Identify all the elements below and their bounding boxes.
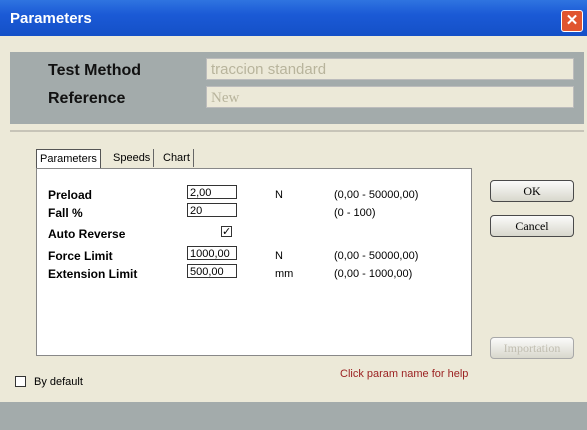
tab-chart[interactable]: Chart <box>160 149 194 167</box>
preload-range: (0,00 - 50000,00) <box>334 189 419 201</box>
force-limit-unit: N <box>275 250 283 262</box>
close-button[interactable]: ✕ <box>561 10 583 32</box>
importation-button[interactable]: Importation <box>490 337 574 359</box>
checkmark-icon: ✓ <box>222 226 232 238</box>
tab-speeds[interactable]: Speeds <box>110 149 155 167</box>
extension-limit-unit: mm <box>275 268 294 280</box>
status-bar <box>0 402 587 430</box>
test-method-field[interactable]: traccion standard <box>206 58 574 80</box>
window-title: Parameters <box>10 10 92 27</box>
help-hint: Click param name for help <box>340 368 469 380</box>
extension-limit-label[interactable]: Extension Limit <box>48 267 137 281</box>
fall-input[interactable]: 20 <box>187 203 237 217</box>
tab-parameters[interactable]: Parameters <box>36 149 101 169</box>
fall-label[interactable]: Fall % <box>48 206 83 220</box>
close-icon: ✕ <box>565 12 579 29</box>
fall-range: (0 - 100) <box>334 207 376 219</box>
reference-field[interactable]: New <box>206 86 574 108</box>
reference-label: Reference <box>48 90 126 107</box>
by-default-checkbox[interactable] <box>15 376 26 387</box>
title-bar: Parameters ✕ <box>0 0 587 36</box>
by-default-label[interactable]: By default <box>34 376 83 388</box>
force-limit-label[interactable]: Force Limit <box>48 249 113 263</box>
auto-reverse-checkbox[interactable]: ✓ <box>221 226 232 238</box>
auto-reverse-label[interactable]: Auto Reverse <box>48 227 125 241</box>
extension-limit-range: (0,00 - 1000,00) <box>334 268 413 280</box>
extension-limit-input[interactable]: 500,00 <box>187 264 237 278</box>
ok-button[interactable]: OK <box>490 180 574 202</box>
divider <box>10 130 584 132</box>
preload-unit: N <box>275 189 283 201</box>
cancel-button[interactable]: Cancel <box>490 215 574 237</box>
test-method-label: Test Method <box>48 62 142 79</box>
preload-input[interactable]: 2,00 <box>187 185 237 199</box>
preload-label[interactable]: Preload <box>48 188 92 202</box>
force-limit-input[interactable]: 1000,00 <box>187 246 237 260</box>
force-limit-range: (0,00 - 50000,00) <box>334 250 419 262</box>
